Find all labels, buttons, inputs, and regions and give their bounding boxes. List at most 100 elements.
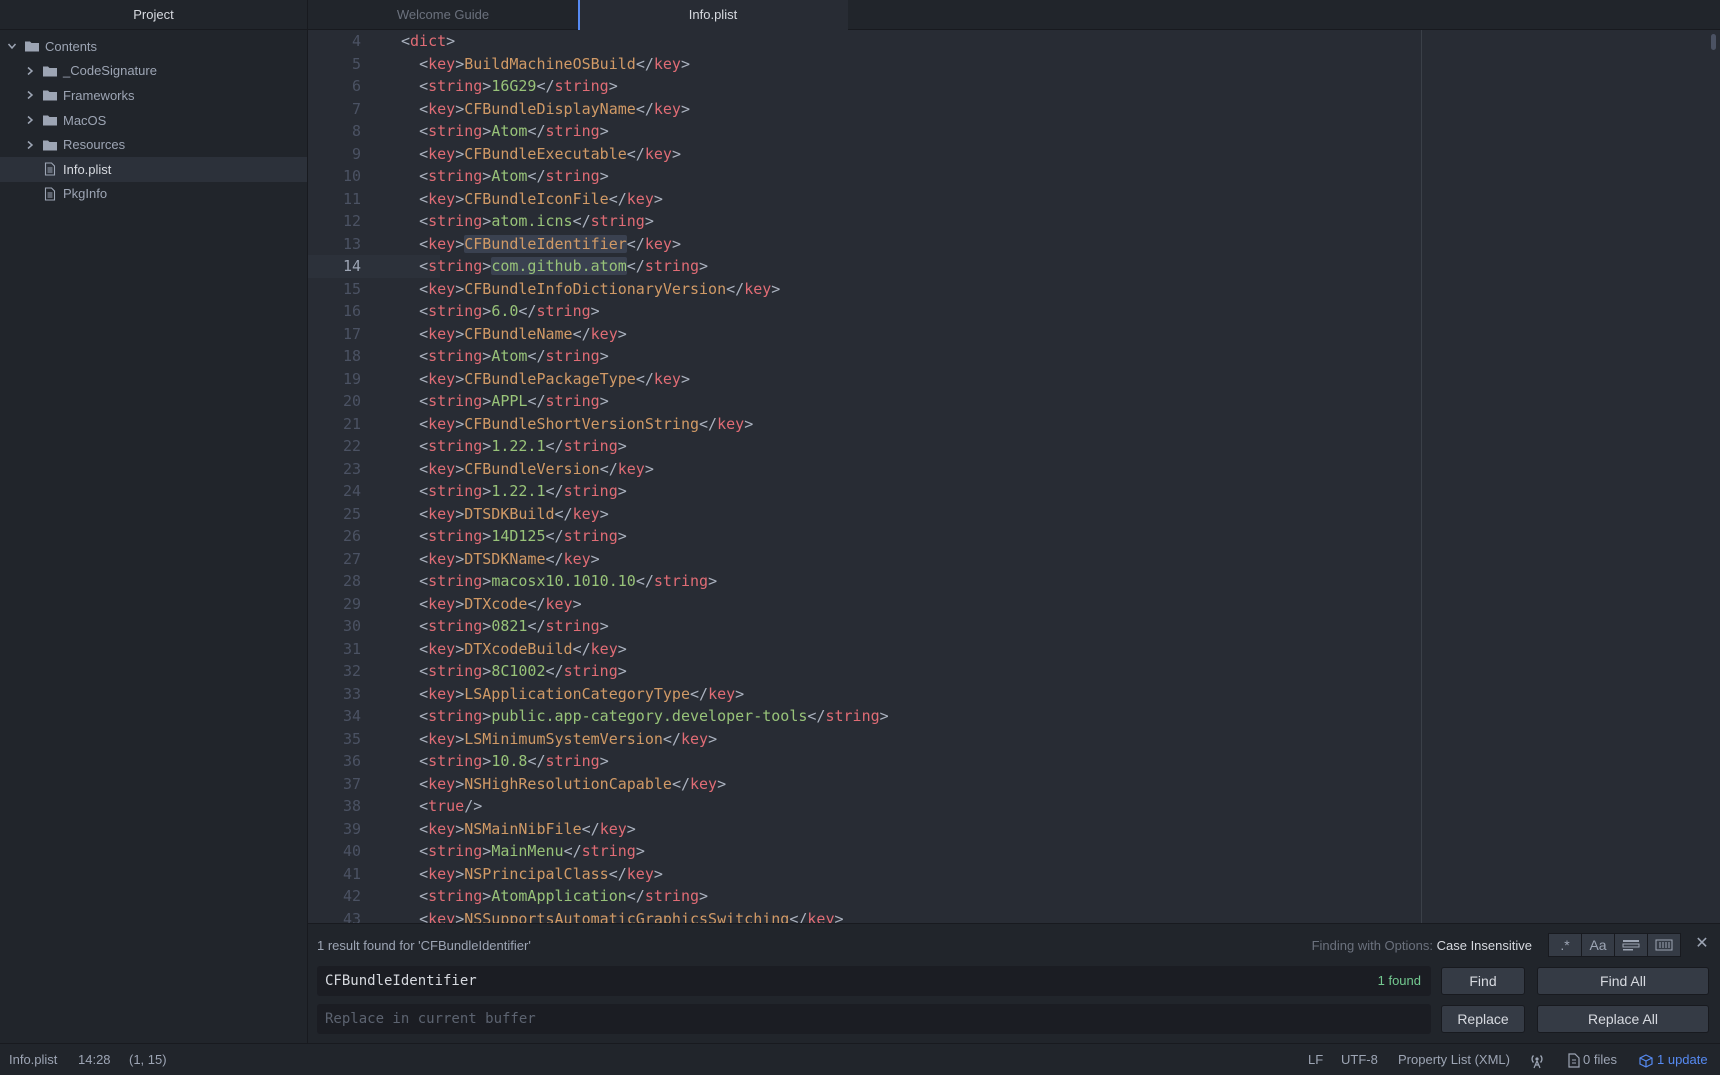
chevron-right-icon[interactable] [24,139,36,151]
tag-name: key [717,414,745,433]
tag-name: key [428,324,456,343]
tree-item-frameworks[interactable]: Frameworks [0,83,307,108]
code-line[interactable]: <key>DTXcode</key> [374,593,1720,616]
code-line[interactable]: <string>Atom</string> [374,165,1720,188]
tree-item-codesignature[interactable]: _CodeSignature [0,59,307,84]
code-line[interactable]: <dict> [374,30,1720,53]
tag-bracket: </ [536,77,555,95]
code-line[interactable]: <string>14D125</string> [374,525,1720,548]
tab-welcome-guide[interactable]: Welcome Guide [308,0,578,30]
plist-key-value: CFBundleIconFile [464,189,609,208]
code-line[interactable]: <string>6.0</string> [374,300,1720,323]
find-all-button[interactable]: Find All [1537,967,1709,995]
code-line[interactable]: <key>DTSDKName</key> [374,548,1720,571]
code-line[interactable]: <key>LSApplicationCategoryType</key> [374,683,1720,706]
code-line[interactable]: <key>BuildMachineOSBuild</key> [374,53,1720,76]
status-cursor-position[interactable]: 14:28 [78,1044,111,1075]
code-line[interactable]: <string>0821</string> [374,615,1720,638]
tag-bracket: > [455,819,465,838]
line-number: 12 [342,212,361,230]
editor-lines[interactable]: <dict> <key>BuildMachineOSBuild</key> <s… [374,30,1720,923]
find-input[interactable]: CFBundleIdentifier 1 found [317,966,1431,996]
code-line[interactable]: <string>Atom</string> [374,345,1720,368]
code-line[interactable]: <key>NSSupportsAutomaticGraphicsSwitchin… [374,908,1720,924]
code-line[interactable]: <key>LSMinimumSystemVersion</key> [374,728,1720,751]
tag-name: string [428,617,483,635]
tag-name: string [428,752,483,770]
broadcast-icon[interactable] [1528,1044,1546,1075]
find-button[interactable]: Find [1441,967,1525,995]
replace-button[interactable]: Replace [1441,1005,1525,1033]
status-update[interactable]: 1 update [1639,1044,1708,1075]
code-line[interactable]: <key>CFBundleName</key> [374,323,1720,346]
tag-name: key [572,504,600,523]
code-line[interactable]: <string>com.github.atom</string> [374,255,1720,278]
chevron-right-icon[interactable] [24,114,36,126]
code-line[interactable]: <key>CFBundleInfoDictionaryVersion</key> [374,278,1720,301]
tree-item-label: _CodeSignature [63,63,157,79]
code-line[interactable]: <key>CFBundleVersion</key> [374,458,1720,481]
code-line[interactable]: <string>MainMenu</string> [374,840,1720,863]
text-editor[interactable]: 4 5 6 7 8 9 10 11 12 13 14 15 16 17 18 19 20 21 22 23 24 25 26… [308,30,1720,923]
code-line[interactable]: <string>Atom</string> [374,120,1720,143]
status-git-files[interactable]: 0 files [1568,1044,1617,1075]
code-line[interactable]: <key>CFBundleShortVersionString</key> [374,413,1720,436]
in-selection-toggle-button[interactable] [1614,933,1648,957]
code-line[interactable]: <key>NSHighResolutionCapable</key> [374,773,1720,796]
tag-bracket: > [455,324,465,343]
whole-word-toggle-button[interactable] [1647,933,1681,957]
tag-bracket: </ [527,752,546,770]
plist-string-value: public.app-category.developer-tools [491,707,808,725]
tree-root-contents[interactable]: Contents [0,34,307,59]
tab-info-plist[interactable]: Info.plist [578,0,848,30]
chevron-right-icon[interactable] [24,89,36,101]
code-line[interactable]: <key>DTSDKBuild</key> [374,503,1720,526]
close-icon[interactable]: ✕ [1694,936,1710,952]
tag-name: key [590,639,618,658]
code-line[interactable]: <string>public.app-category.developer-to… [374,705,1720,728]
code-line[interactable]: <key>CFBundleDisplayName</key> [374,98,1720,121]
tag-bracket: > [482,77,492,95]
chevron-down-icon[interactable] [6,40,18,52]
status-encoding[interactable]: UTF-8 [1341,1044,1378,1075]
code-line[interactable]: <string>1.22.1</string> [374,480,1720,503]
replace-input[interactable]: Replace in current buffer [317,1004,1431,1034]
vertical-scrollbar[interactable] [1711,34,1716,50]
code-line[interactable]: <string>atom.icns</string> [374,210,1720,233]
code-line[interactable]: <key>CFBundleIconFile</key> [374,188,1720,211]
code-line[interactable]: <key>CFBundlePackageType</key> [374,368,1720,391]
plist-string-value: Atom [491,122,528,140]
code-line[interactable]: <string>16G29</string> [374,75,1720,98]
regex-toggle-button[interactable]: .* [1548,933,1582,957]
tag-bracket: </ [527,347,546,365]
tree-item-macos[interactable]: MacOS [0,108,307,133]
tag-bracket: > [617,437,627,455]
code-line[interactable]: <string>1.22.1</string> [374,435,1720,458]
line-number: 25 [342,504,361,523]
status-line-ending[interactable]: LF [1308,1044,1323,1075]
tree-item-pkginfo[interactable]: PkgInfo [0,182,307,207]
tag-bracket: < [419,617,429,635]
status-grammar[interactable]: Property List (XML) [1398,1044,1510,1075]
code-line[interactable]: <string>macosx10.1010.10</string> [374,570,1720,593]
chevron-right-icon[interactable] [24,65,36,77]
status-file-name[interactable]: Info.plist [9,1044,57,1075]
code-line[interactable]: <true/> [374,795,1720,818]
code-line[interactable]: <string>10.8</string> [374,750,1720,773]
code-line[interactable]: <string>APPL</string> [374,390,1720,413]
code-line[interactable]: <key>DTXcodeBuild</key> [374,638,1720,661]
code-line[interactable]: <string>8C1002</string> [374,660,1720,683]
code-line[interactable]: <key>NSPrincipalClass</key> [374,863,1720,886]
tag-bracket: > [599,392,609,410]
tree-item-info-plist[interactable]: Info.plist [0,156,307,182]
replace-all-button[interactable]: Replace All [1537,1005,1709,1033]
tree-item-resources[interactable]: Resources [0,132,307,157]
code-line[interactable]: <string>AtomApplication</string> [374,885,1720,908]
code-line[interactable]: <key>NSMainNibFile</key> [374,818,1720,841]
code-line[interactable]: <key>CFBundleIdentifier</key> [374,233,1720,256]
plist-key-value: NSPrincipalClass [464,864,609,883]
case-sensitive-toggle-button[interactable]: Aa [1581,933,1615,957]
plist-string-value: 0821 [491,617,528,635]
code-line[interactable]: <key>CFBundleExecutable</key> [374,143,1720,166]
find-input-value: CFBundleIdentifier [325,973,477,989]
